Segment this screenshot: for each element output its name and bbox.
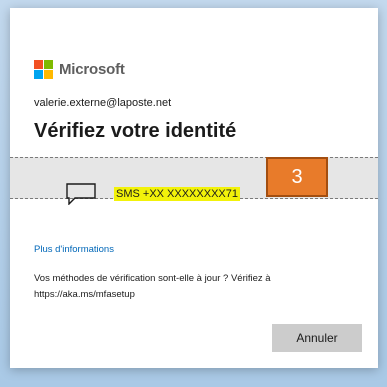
sign-in-card: Microsoft valerie.externe@laposte.net Vé… xyxy=(10,8,378,368)
message-bubble-icon xyxy=(66,183,96,210)
verification-notice: Vos méthodes de vérification sont-elle à… xyxy=(34,273,271,300)
background: Microsoft valerie.externe@laposte.net Vé… xyxy=(0,0,387,387)
verification-method-label: SMS +XX XXXXXXXX71 xyxy=(114,187,240,201)
page-title: Vérifiez votre identité xyxy=(34,120,237,142)
step-number-badge: 3 xyxy=(266,157,328,197)
microsoft-logo-icon xyxy=(34,60,53,79)
cancel-button[interactable]: Annuler xyxy=(272,324,362,352)
brand-name: Microsoft xyxy=(59,61,125,78)
more-info-link[interactable]: Plus d'informations xyxy=(34,244,114,255)
microsoft-logo: Microsoft xyxy=(34,60,125,79)
account-email: valerie.externe@laposte.net xyxy=(34,97,172,109)
